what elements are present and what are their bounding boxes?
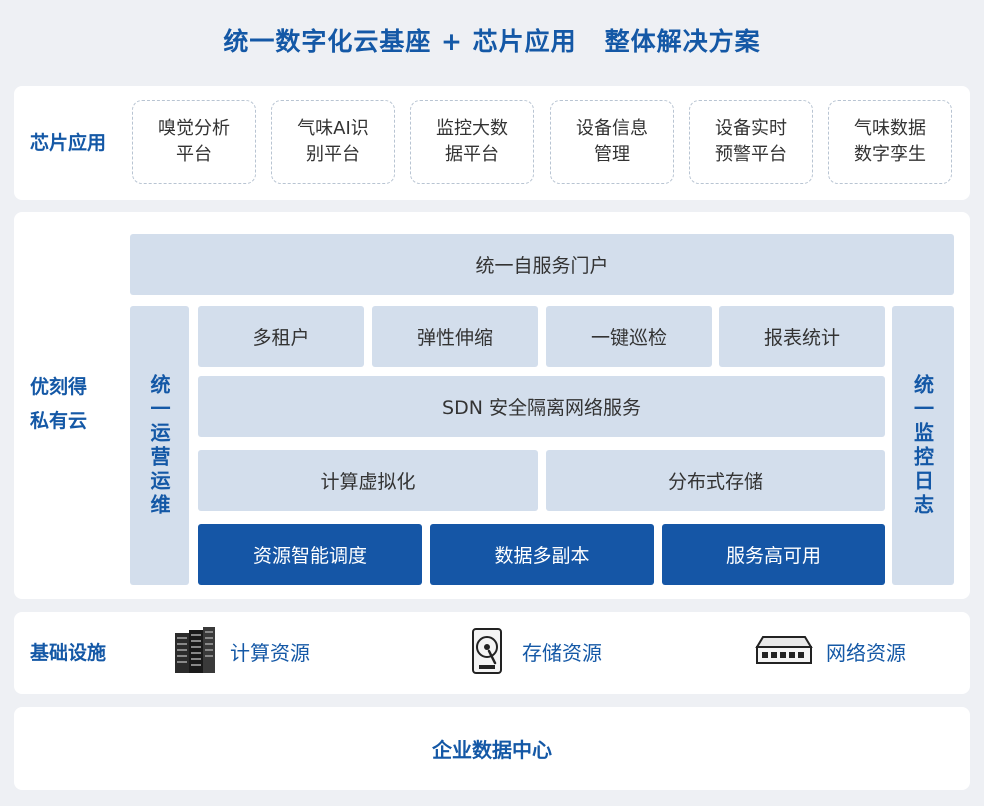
- storage-resource[interactable]: 存储资源: [464, 626, 602, 676]
- server-rack-icon: [172, 626, 218, 676]
- network-resource-label: 网络资源: [826, 640, 906, 665]
- distributed-storage[interactable]: 分布式存储: [546, 450, 885, 511]
- chip-app-card[interactable]: 设备实时 预警平台: [689, 100, 813, 184]
- compute-virtualization[interactable]: 计算虚拟化: [198, 450, 538, 511]
- service-one-click-inspection[interactable]: 一键巡检: [546, 306, 712, 367]
- chip-app-card[interactable]: 监控大数 据平台: [410, 100, 534, 184]
- private-cloud-panel: 优刻得 私有云 统一自服务门户 统一运营运维 统一监控日志 多租户 弹性伸缩 一…: [14, 212, 970, 599]
- chip-app-card[interactable]: 气味数据 数字孪生: [828, 100, 952, 184]
- self-service-portal[interactable]: 统一自服务门户: [130, 234, 954, 295]
- chip-app-card[interactable]: 设备信息 管理: [550, 100, 674, 184]
- unified-ops-column[interactable]: 统一运营运维: [130, 306, 189, 585]
- hard-disk-icon: [464, 626, 510, 676]
- title-main: 统一数字化云基座 + 芯片应用: [223, 27, 577, 56]
- data-multi-replica[interactable]: 数据多副本: [430, 524, 654, 585]
- service-multi-tenant[interactable]: 多租户: [198, 306, 364, 367]
- infrastructure-panel: 基础设施 计算资源 存储资源 网络资源: [14, 612, 970, 694]
- service-elastic-scaling[interactable]: 弹性伸缩: [372, 306, 538, 367]
- network-resource[interactable]: 网络资源: [754, 626, 906, 676]
- chip-apps-panel: 芯片应用 嗅觉分析 平台 气味AI识 别平台 监控大数 据平台 设备信息 管理 设备实时…: [14, 86, 970, 200]
- chip-app-card[interactable]: 嗅觉分析 平台: [132, 100, 256, 184]
- infrastructure-label: 基础设施: [30, 642, 107, 664]
- title-sub: 整体解决方案: [604, 27, 761, 56]
- chip-apps-label: 芯片应用: [30, 132, 107, 154]
- private-cloud-label: 优刻得 私有云: [30, 376, 88, 432]
- storage-resource-label: 存储资源: [522, 640, 602, 665]
- compute-resource-label: 计算资源: [230, 640, 310, 665]
- unified-monitor-column[interactable]: 统一监控日志: [892, 306, 954, 585]
- compute-resource[interactable]: 计算资源: [172, 626, 310, 676]
- page-title: 统一数字化云基座 + 芯片应用 整体解决方案: [0, 22, 984, 58]
- service-report-statistics[interactable]: 报表统计: [719, 306, 885, 367]
- network-switch-icon: [754, 626, 814, 676]
- chip-app-card[interactable]: 气味AI识 别平台: [271, 100, 395, 184]
- datacenter-panel: 企业数据中心: [14, 707, 970, 790]
- resource-scheduling[interactable]: 资源智能调度: [198, 524, 422, 585]
- datacenter-label: 企业数据中心: [432, 738, 552, 762]
- service-high-availability[interactable]: 服务高可用: [662, 524, 885, 585]
- sdn-network-service[interactable]: SDN 安全隔离网络服务: [198, 376, 885, 437]
